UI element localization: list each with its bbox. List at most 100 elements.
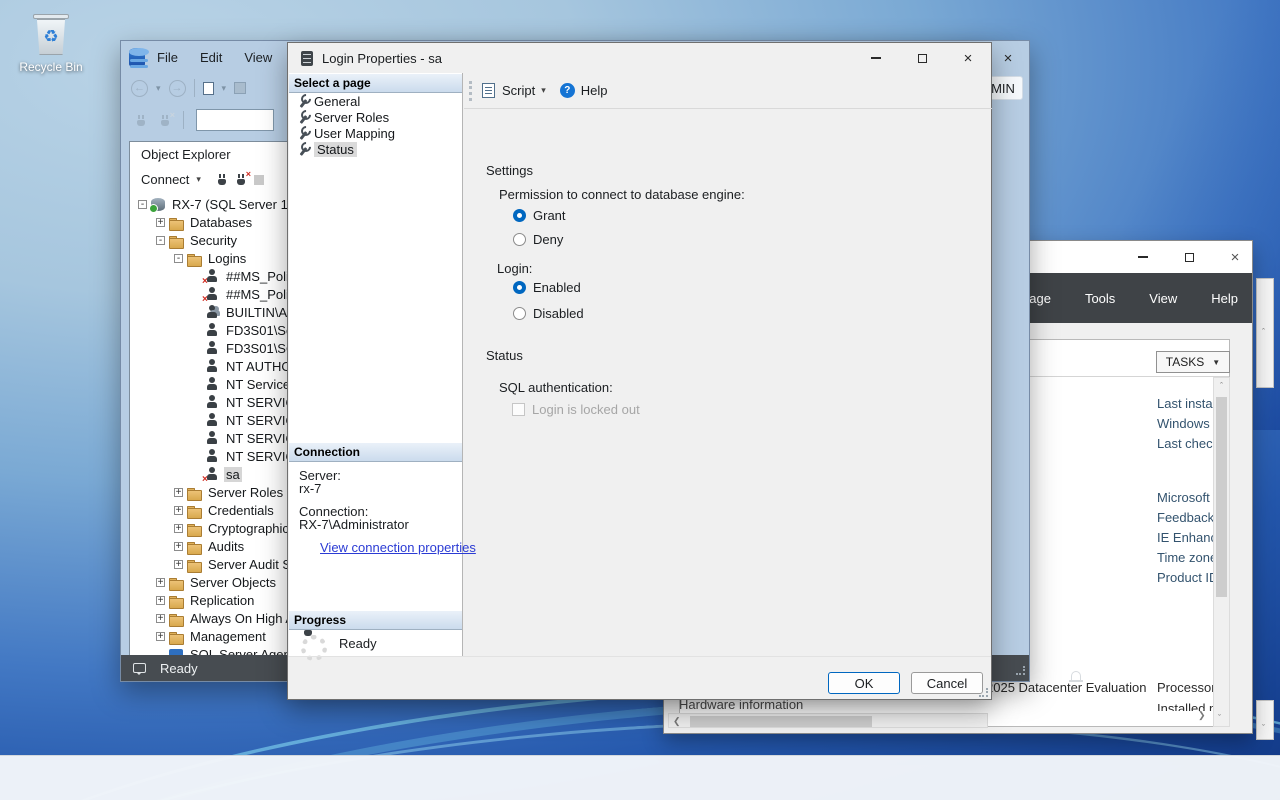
tasks-dropdown[interactable]: TASKS ▼ (1156, 351, 1230, 373)
grant-radio[interactable] (513, 209, 526, 222)
collapse-icon[interactable]: - (138, 199, 147, 209)
expand-icon[interactable]: + (156, 217, 165, 227)
deny-radio[interactable] (513, 233, 526, 246)
background-scrollbar-bottom[interactable]: ˇ (1256, 700, 1274, 740)
page-general[interactable]: General (289, 93, 462, 109)
scroll-left-icon[interactable]: ❮ (673, 716, 681, 727)
minimize-button[interactable] (1132, 248, 1154, 266)
expand-icon[interactable]: + (156, 595, 165, 605)
close-icon[interactable]: × (997, 49, 1019, 67)
expand-icon[interactable]: + (174, 523, 183, 533)
tree-item-sa[interactable]: × sa (130, 465, 287, 485)
prop-product-id[interactable]: Product ID (1157, 570, 1218, 585)
ok-button[interactable]: OK (828, 672, 900, 694)
prop-time-zone[interactable]: Time zone (1157, 550, 1217, 565)
close-icon[interactable]: × (957, 49, 979, 67)
expand-icon[interactable]: + (156, 577, 165, 587)
notifications-bell-icon[interactable] (1068, 670, 1083, 682)
background-scrollbar-top[interactable]: ˆ (1256, 278, 1274, 388)
tree-item-fd3s01-ser[interactable]: FD3S01\Ser (130, 321, 287, 339)
close-icon[interactable]: × (1224, 248, 1246, 266)
stop-icon[interactable] (253, 174, 264, 185)
disconnect-plug-icon[interactable]: × (159, 110, 175, 127)
expand-icon[interactable]: + (174, 505, 183, 515)
disconnect-plug-icon[interactable]: × (235, 169, 251, 186)
user-icon (205, 431, 219, 445)
tree-item-nt-service[interactable]: NT SERVICE (130, 447, 287, 465)
expand-icon[interactable]: + (174, 541, 183, 551)
menu-file[interactable]: File (157, 50, 178, 65)
help-button[interactable]: Help (581, 83, 608, 98)
connect-plug-icon[interactable] (135, 114, 147, 127)
minimize-button[interactable] (865, 49, 887, 67)
tree-item-cryptographic[interactable]: + Cryptographic (130, 519, 287, 537)
page-user-mapping[interactable]: User Mapping (289, 125, 462, 141)
scroll-up-icon[interactable]: ˆ (1214, 381, 1229, 391)
enabled-label: Enabled (533, 280, 581, 295)
page-server-roles[interactable]: Server Roles (289, 109, 462, 125)
pane-hscrollbar[interactable]: ❮ (668, 713, 988, 728)
menu-view[interactable]: View (1149, 291, 1177, 306)
tree-item-always-on-high-av[interactable]: + Always On High Av (130, 609, 287, 627)
tree-item-ms-polic[interactable]: × ##MS_Polic (130, 285, 287, 305)
resize-grip[interactable] (1016, 666, 1025, 675)
maximize-button[interactable] (1178, 248, 1200, 266)
cancel-button[interactable]: Cancel (911, 672, 983, 694)
tree-item-security[interactable]: - Security (130, 231, 287, 249)
chevron-down-icon[interactable]: ▾ (196, 174, 201, 185)
tree-item-databases[interactable]: + Databases (130, 213, 287, 231)
script-button[interactable]: Script (502, 83, 535, 98)
tree-item-nt-service[interactable]: NT SERVICE (130, 411, 287, 429)
scroll-thumb[interactable] (1216, 397, 1227, 597)
chevron-down-icon[interactable]: ▾ (222, 83, 227, 94)
collapse-icon[interactable]: - (174, 253, 183, 263)
chevron-down-icon[interactable]: ▾ (156, 83, 161, 94)
page-status[interactable]: Status (289, 141, 462, 157)
back-icon[interactable]: ← (131, 79, 148, 97)
tree-item-management[interactable]: + Management (130, 627, 287, 645)
tree-item-fd3s01-sql[interactable]: FD3S01\SQL (130, 339, 287, 357)
menu-edit[interactable]: Edit (200, 50, 222, 65)
chevron-down-icon[interactable]: ▾ (541, 85, 546, 96)
chevron-right-icon[interactable]: ❯ (1198, 710, 1206, 721)
scroll-down-icon[interactable]: ˇ (1218, 713, 1221, 723)
save-icon[interactable] (234, 82, 247, 94)
tree-item-nt-service[interactable]: NT Service\ (130, 375, 287, 393)
tree-item-label: NT SERVICE (226, 394, 287, 410)
scroll-thumb[interactable] (690, 716, 872, 727)
recycle-bin-shortcut[interactable]: ♻ Recycle Bin (14, 8, 88, 80)
tree-item-server-objects[interactable]: + Server Objects (130, 573, 287, 591)
resize-grip[interactable] (979, 688, 988, 697)
expand-icon[interactable]: + (156, 613, 165, 623)
tree-item-credentials[interactable]: + Credentials (130, 501, 287, 519)
pane-vscrollbar[interactable]: ˆ ˇ (1213, 377, 1230, 727)
tree-item-audits[interactable]: + Audits (130, 537, 287, 555)
tree-item-rx-7-sql-server-17-0-1[interactable]: - RX-7 (SQL Server 17.0.1 (130, 195, 287, 213)
connect-button[interactable]: Connect (141, 172, 189, 187)
maximize-button[interactable] (911, 49, 933, 67)
tree-item-logins[interactable]: - Logins (130, 249, 287, 267)
expand-icon[interactable]: + (174, 559, 183, 569)
tree-item-nt-service[interactable]: NT SERVICE (130, 429, 287, 447)
enabled-radio[interactable] (513, 281, 526, 294)
tree-item-server-roles[interactable]: + Server Roles (130, 483, 287, 501)
tree-item-nt-service[interactable]: NT SERVICE (130, 393, 287, 411)
tree-item-builtin-ad[interactable]: BUILTIN\Ad (130, 303, 287, 321)
menu-tools[interactable]: Tools (1085, 291, 1115, 306)
collapse-icon[interactable]: - (156, 235, 165, 245)
menu-help[interactable]: Help (1211, 291, 1238, 306)
tree-item-server-audit-sp[interactable]: + Server Audit Sp (130, 555, 287, 573)
tree-item-nt-autho[interactable]: NT AUTHO (130, 357, 287, 375)
tree-item-label: Security (190, 232, 237, 248)
new-query-icon[interactable] (202, 81, 214, 95)
disabled-radio[interactable] (513, 307, 526, 320)
forward-icon[interactable]: → (168, 79, 186, 97)
expand-icon[interactable]: + (156, 631, 165, 641)
tree-item-ms-polic[interactable]: × ##MS_Polic (130, 267, 287, 287)
menu-view[interactable]: View (244, 50, 272, 65)
database-combobox[interactable] (196, 109, 274, 131)
connect-plug-icon[interactable] (216, 173, 228, 186)
tree-item-replication[interactable]: + Replication (130, 591, 287, 609)
expand-icon[interactable]: + (174, 487, 183, 497)
view-connection-properties-link[interactable]: View connection properties (320, 540, 476, 555)
